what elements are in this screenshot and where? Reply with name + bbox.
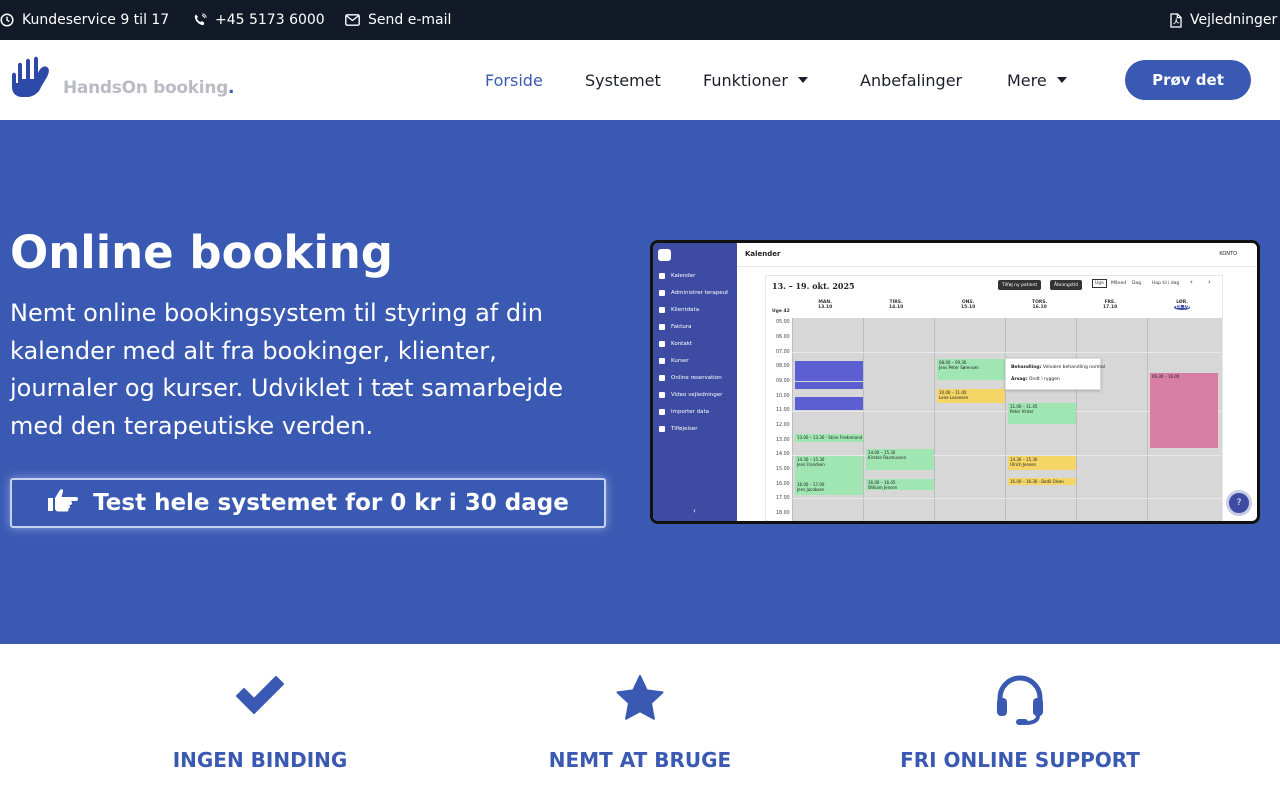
customer-service-hours: Kundeservice 9 til 17 [0, 0, 169, 40]
mock-event [795, 397, 863, 410]
mock-help-icon: ? [1226, 490, 1252, 516]
mock-event: 13.00 – 13.30 · Stine Fredemand [795, 434, 863, 442]
nav-label: Forside [485, 70, 543, 90]
mock-day-header: TORS. 16.10 [1032, 300, 1048, 310]
feature-free-support: FRI ONLINE SUPPORT [830, 644, 1210, 800]
free-trial-label: Test hele systemet for 0 kr i 30 dage [93, 490, 569, 516]
mock-view-week: Uge [1092, 279, 1107, 288]
hero-subtitle: Nemt online bookingsystem til styring af… [10, 299, 564, 440]
mock-week-grid: 05.00 06.00 07.00 08.00 09.00 10.00 11.0… [768, 318, 1222, 521]
email-link[interactable]: Send e-mail [345, 0, 451, 40]
mock-view-day: Dag [1132, 281, 1142, 286]
mock-add-patient-chip: Tilføj ny patient [998, 280, 1042, 290]
nav-anbefalinger[interactable]: Anbefalinger [860, 40, 962, 120]
brand-logo[interactable]: HandsOn booking. [10, 55, 234, 107]
mock-sidebar-item: Klientdata [659, 304, 699, 316]
mock-day-header: ONS. 15.10 [961, 300, 976, 310]
mock-sidebar-item: Online reservation [659, 372, 722, 384]
nav-forside[interactable]: Forside [485, 40, 543, 120]
mock-event [795, 361, 863, 381]
nav-funktioner[interactable]: Funktioner [703, 40, 808, 120]
mock-event: 16.00 – 17.00 Jens Jacobsen [795, 481, 863, 495]
thumbs-up-pointing-icon [47, 488, 79, 518]
check-icon [70, 674, 450, 716]
mock-sidebar-item: Faktura [659, 321, 692, 333]
nav-label: Systemet [585, 70, 661, 90]
caret-down-icon [797, 77, 808, 83]
mock-event: 14.00 – 15.30 Kirsten Rasmussen [866, 449, 934, 470]
mock-sidebar-item: Video vejledninger [659, 389, 722, 401]
try-it-button[interactable]: Prøv det [1125, 60, 1251, 100]
mock-sidebar-item: Administrer terapeut [659, 287, 728, 299]
pdf-file-icon [1170, 12, 1182, 28]
mock-day-header: TIRS. 14.10 [889, 300, 904, 310]
mock-sidebar-item: Kontakt [659, 338, 692, 350]
guides-text: Vejledninger [1190, 12, 1278, 28]
mock-event: 11.00 – 11.45 Peter Vinter [1008, 403, 1076, 424]
feature-no-binding: INGEN BINDING [70, 644, 450, 800]
clock-icon [0, 13, 14, 27]
mock-event [795, 382, 863, 389]
feature-title: NEMT AT BRUGE [548, 748, 732, 772]
mock-collapse-icon: ‹ [693, 507, 696, 515]
hero-title: Online booking [10, 226, 394, 279]
nav-label: Funktioner [703, 70, 788, 90]
mock-date-range: 13. – 19. okt. 2025 [772, 281, 855, 291]
mock-event: 16.00 – 16.30 · Bodil Olsen [1008, 478, 1076, 485]
mock-event-popup: Behandling: Velvære behandling normal År… [1005, 358, 1105, 390]
mock-event: 16.00 – 16.45 William Jensen [866, 479, 934, 490]
mock-sidebar-item: Kurser [659, 355, 689, 367]
hours-text: Kundeservice 9 til 17 [22, 12, 170, 28]
mock-sidebar-item: Kalender [659, 270, 695, 282]
mock-event: 14.30 – 15.30 Jens Frandsen [795, 456, 863, 481]
mock-view-month: Måned [1111, 281, 1127, 286]
guides-link[interactable]: Vejledninger [1170, 0, 1277, 40]
headset-icon [830, 674, 1210, 726]
nav-mere[interactable]: Mere [1007, 40, 1067, 120]
feature-title: FRI ONLINE SUPPORT [900, 748, 1140, 772]
mock-week-label: Uge 42 [772, 309, 790, 314]
phone-icon [193, 13, 207, 27]
top-bar: Kundeservice 9 til 17 +45 5173 6000 Send… [0, 0, 1280, 40]
mock-sidebar-item: Tilføjelser [659, 423, 698, 435]
free-trial-button[interactable]: Test hele systemet for 0 kr i 30 dage [10, 478, 606, 528]
hero-section: Online booking Nemt online bookingsystem… [0, 120, 1280, 644]
mock-day-header: LØR. 18.10 [1174, 300, 1191, 310]
nav-label: Anbefalinger [860, 70, 963, 90]
brand-name: HandsOn booking. [63, 78, 235, 98]
mock-event: 08.00 – 09.30 Jens Peter Sørensen [937, 359, 1005, 380]
mock-event: 14.30 – 15.30 Ulrich Jensen [1008, 456, 1076, 470]
mock-view-today: Hop til i dag [1152, 281, 1180, 286]
envelope-icon [345, 14, 360, 26]
mock-account: KONTO [1219, 251, 1237, 257]
mock-day-header: FRE. 17.10 [1103, 300, 1118, 310]
mock-next-icon: › [1208, 278, 1211, 286]
feature-title: INGEN BINDING [172, 748, 348, 772]
site-header: HandsOn booking. Forside Systemet Funkti… [0, 40, 1280, 120]
mock-logo-icon [658, 249, 671, 261]
mock-calendar-panel: 13. – 19. okt. 2025 Tilføj ny patient Åb… [765, 275, 1223, 521]
mock-sidebar: Kalender Administrer terapeut Klientdata… [653, 243, 737, 521]
mock-title: Kalender [745, 250, 781, 258]
caret-down-icon [1056, 77, 1067, 83]
email-text: Send e-mail [368, 12, 452, 28]
star-icon [450, 674, 830, 722]
nav-label: Mere [1007, 70, 1047, 90]
calendar-screenshot: Kalender Administrer terapeut Klientdata… [650, 240, 1260, 524]
mock-sidebar-item: Importer data [659, 406, 709, 418]
mock-day-header: MAN. 13.10 [818, 300, 833, 310]
nav-systemet[interactable]: Systemet [585, 40, 661, 120]
feature-easy-to-use: NEMT AT BRUGE [450, 644, 830, 800]
phone-text: +45 5173 6000 [215, 12, 325, 28]
mock-prev-icon: ‹ [1190, 278, 1193, 286]
mock-event: 10.00 – 11.00 Lene Lassesen [937, 389, 1005, 403]
phone-link[interactable]: +45 5173 6000 [193, 0, 325, 40]
mock-opening-hours-chip: Åbningstid [1050, 280, 1082, 290]
mock-event: 09.30 – 16.00 [1150, 373, 1218, 448]
mock-topbar: Kalender KONTO [737, 243, 1257, 267]
